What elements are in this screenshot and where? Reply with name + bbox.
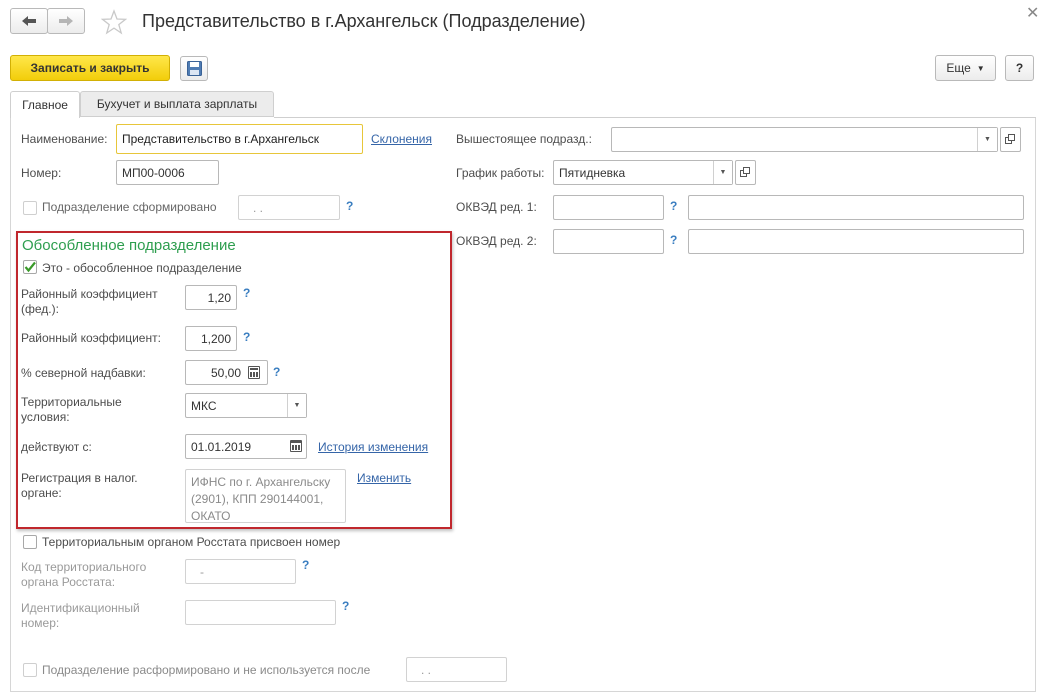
district-coef-fed-value: 1,20 xyxy=(207,290,231,305)
is-separate-checkbox[interactable] xyxy=(23,260,37,274)
rosstat-assigned-label: Территориальным органом Росстата присвое… xyxy=(42,535,341,549)
arrow-right-icon xyxy=(59,16,73,26)
rosstat-id-label: Идентификационный номер: xyxy=(21,601,140,630)
okved2-name-input[interactable] xyxy=(688,229,1024,254)
district-coef-fed-label: Районный коэффициент (фед.): xyxy=(21,287,158,316)
disbanded-label: Подразделение расформировано и не исполь… xyxy=(42,663,371,677)
rosstat-code-help-icon[interactable]: ? xyxy=(302,558,309,572)
territorial-label: Территориальные условия: xyxy=(21,395,122,424)
calendar-icon[interactable] xyxy=(290,440,302,452)
disbanded-date-input[interactable]: . . xyxy=(406,657,507,682)
window-title: Представительство в г.Архангельск (Подра… xyxy=(142,11,586,31)
rosstat-checkbox[interactable] xyxy=(23,535,37,549)
rosstat-id-help-icon[interactable]: ? xyxy=(342,599,349,613)
territorial-value: МКС xyxy=(191,398,217,413)
north-bonus-value: 50,00 xyxy=(210,365,241,380)
schedule-open-button[interactable] xyxy=(735,160,756,185)
parent-dropdown-button[interactable]: ▼ xyxy=(977,128,997,151)
formed-checkbox[interactable] xyxy=(23,201,37,215)
schedule-dropdown-button[interactable]: ▼ xyxy=(713,161,732,184)
valid-from-label: действуют с: xyxy=(21,440,92,454)
north-bonus-help-icon[interactable]: ? xyxy=(273,365,280,379)
chevron-down-icon: ▼ xyxy=(719,169,727,176)
formed-date-value: . . xyxy=(253,200,264,215)
save-button[interactable] xyxy=(180,56,208,81)
schedule-input[interactable]: Пятидневка xyxy=(553,160,733,185)
name-input[interactable]: Представительство в г.Архангельск xyxy=(116,124,363,154)
star-icon xyxy=(100,9,128,35)
save-and-close-button[interactable]: Записать и закрыть xyxy=(10,55,170,81)
number-value: МП00-0006 xyxy=(122,165,185,180)
disbanded-checkbox[interactable] xyxy=(23,663,37,677)
parent-open-button[interactable] xyxy=(1000,127,1021,152)
declensions-link[interactable]: Склонения xyxy=(371,132,432,146)
name-label: Наименование: xyxy=(21,132,108,146)
district-coef-help-icon[interactable]: ? xyxy=(243,330,250,344)
territorial-dropdown-button[interactable]: ▼ xyxy=(287,394,306,417)
forward-button[interactable] xyxy=(47,8,85,34)
number-input[interactable]: МП00-0006 xyxy=(116,160,219,185)
formed-label: Подразделение сформировано xyxy=(42,200,217,214)
north-bonus-label: % северной надбавки: xyxy=(21,366,146,380)
rosstat-id-input[interactable] xyxy=(185,600,336,625)
tax-reg-field: ИФНС по г. Архангельску (2901), КПП 2901… xyxy=(185,469,346,523)
schedule-label: График работы: xyxy=(456,166,545,180)
valid-from-input[interactable]: 01.01.2019 xyxy=(185,434,307,459)
tab-main[interactable]: Главное xyxy=(10,91,80,118)
tab-main-label: Главное xyxy=(22,98,68,112)
chevron-down-icon: ▼ xyxy=(976,63,985,73)
district-coef-input[interactable]: 1,200 xyxy=(185,326,237,351)
valid-from-value: 01.01.2019 xyxy=(191,439,252,454)
formed-date-input[interactable]: . . xyxy=(238,195,340,220)
save-and-close-label: Записать и закрыть xyxy=(30,61,150,75)
okved2-code-input[interactable] xyxy=(553,229,664,254)
tab-accounting-label: Бухучет и выплата зарплаты xyxy=(96,97,258,111)
okved2-label: ОКВЭД ред. 2: xyxy=(456,234,537,248)
history-link[interactable]: История изменения xyxy=(318,440,428,454)
number-label: Номер: xyxy=(21,166,62,180)
help-button[interactable]: ? xyxy=(1005,55,1034,81)
separate-group-title: Обособленное подразделение xyxy=(22,237,236,254)
rosstat-code-label: Код территориального органа Росстата: xyxy=(21,560,147,589)
open-form-icon xyxy=(740,167,750,177)
close-icon[interactable]: ✕ xyxy=(1026,6,1039,22)
back-button[interactable] xyxy=(10,8,48,34)
rosstat-code-value: - xyxy=(200,564,204,579)
change-tax-reg-link[interactable]: Изменить xyxy=(357,471,411,485)
okved1-name-input[interactable] xyxy=(688,195,1024,220)
tax-reg-label: Регистрация в налог. органе: xyxy=(21,471,138,500)
parent-label: Вышестоящее подразд.: xyxy=(456,132,592,146)
okved2-help-icon[interactable]: ? xyxy=(670,233,677,247)
okved1-code-input[interactable] xyxy=(553,195,664,220)
rosstat-code-input[interactable]: - xyxy=(185,559,296,584)
okved1-help-icon[interactable]: ? xyxy=(670,199,677,213)
schedule-value: Пятидневка xyxy=(559,165,626,180)
chevron-down-icon: ▼ xyxy=(293,402,301,409)
formed-help-icon[interactable]: ? xyxy=(346,199,353,213)
chevron-down-icon: ▼ xyxy=(984,136,991,143)
district-coef-fed-input[interactable]: 1,20 xyxy=(185,285,237,310)
favorite-star-button[interactable] xyxy=(100,9,128,35)
floppy-disk-icon xyxy=(186,61,202,76)
disbanded-date-value: . . xyxy=(421,662,432,677)
more-label: Еще xyxy=(946,61,971,75)
tax-reg-value: ИФНС по г. Архангельску (2901), КПП 2901… xyxy=(191,475,331,523)
tab-accounting[interactable]: Бухучет и выплата зарплаты xyxy=(80,91,274,117)
arrow-left-icon xyxy=(22,16,36,26)
parent-input[interactable] xyxy=(611,127,998,152)
checkmark-icon xyxy=(24,261,36,273)
tab-divider xyxy=(274,117,1036,118)
okved1-label: ОКВЭД ред. 1: xyxy=(456,200,537,214)
calculator-icon[interactable] xyxy=(248,366,260,379)
help-label: ? xyxy=(1015,61,1024,75)
district-coef-fed-help-icon[interactable]: ? xyxy=(243,286,250,300)
district-coef-label: Районный коэффициент: xyxy=(21,331,161,345)
is-separate-label: Это - обособленное подразделение xyxy=(42,261,242,275)
open-form-icon xyxy=(1005,134,1015,144)
name-value: Представительство в г.Архангельск xyxy=(122,132,320,146)
more-button[interactable]: Еще ▼ xyxy=(935,55,996,81)
district-coef-value: 1,200 xyxy=(200,331,231,346)
